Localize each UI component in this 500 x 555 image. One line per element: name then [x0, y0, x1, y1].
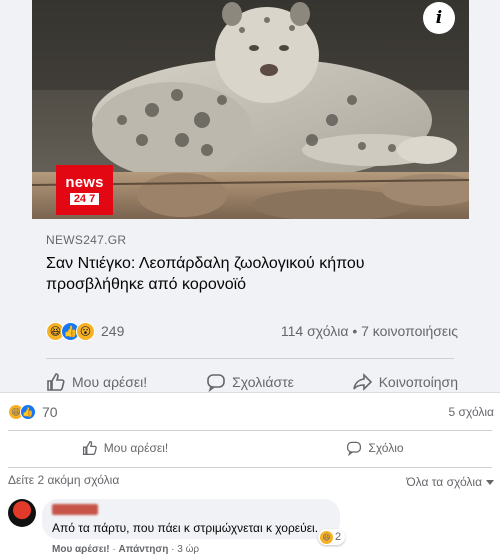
avatar[interactable]	[8, 499, 36, 527]
leopard-photo: i news 24 7	[32, 0, 469, 219]
comment-label: Σχόλιο	[368, 441, 404, 455]
logo-text-news: news	[65, 174, 104, 191]
like-icon: 👍	[20, 404, 36, 420]
share-button[interactable]: Κοινοποίηση	[352, 370, 458, 392]
commenter-name-redacted[interactable]	[52, 504, 98, 515]
share-label: Κοινοποίηση	[378, 374, 458, 390]
link-source: NEWS247.GR	[46, 233, 127, 247]
wow-emoji-icon: 😮	[76, 321, 95, 341]
shared-post-actions: Μου αρέσει! Σχολιάστε Κοινοποίηση	[46, 370, 458, 392]
comment-label: Σχολιάστε	[232, 374, 294, 390]
comment-like-link[interactable]: Μου αρέσει!	[52, 544, 110, 555]
divider	[46, 358, 454, 359]
post-actions: Μου αρέσει! Σχόλιο	[0, 433, 500, 463]
comment-time[interactable]: 3 ώρ	[177, 544, 199, 555]
comment-reply-link[interactable]: Απάντηση	[118, 544, 168, 555]
reaction-summary[interactable]: 😆 👍 😮 249	[46, 321, 125, 341]
comments-shares-count[interactable]: 114 σχόλια • 7 κοινοποιήσεις	[281, 323, 458, 339]
logo-text-247: 24 7	[69, 193, 100, 205]
comment-reactions[interactable]: 😆 2	[318, 529, 346, 545]
post-comments-count[interactable]: 5 σχόλια	[449, 405, 494, 419]
news247-logo: news 24 7	[56, 165, 113, 215]
link-meta: NEWS247.GR Σαν Ντιέγκο: Λεοπάρδαλη ζωολο…	[32, 219, 469, 305]
comment-button[interactable]: Σχολιάστε	[206, 370, 294, 392]
comments-header: Δείτε 2 ακόμη σχόλια Όλα τα σχόλια	[8, 473, 494, 491]
comment-bubble: Από τα πάρτυ, που πάει κ στριμώχνεται κ …	[42, 499, 340, 539]
view-more-comments-link[interactable]: Δείτε 2 ακόμη σχόλια	[8, 473, 119, 491]
comment-icon	[207, 374, 225, 392]
divider	[8, 430, 492, 431]
thumbs-up-icon	[82, 440, 97, 456]
post-reaction-count: 70	[42, 404, 58, 420]
comment-sort-label: Όλα τα σχόλια	[406, 475, 482, 489]
comment-text: Από τα πάρτυ, που πάει κ στριμώχνεται κ …	[52, 521, 319, 535]
logo-text-7: 7	[89, 193, 96, 205]
like-label: Μου αρέσει!	[103, 441, 169, 455]
link-preview-card[interactable]: i news 24 7 NEWS247.GR Σαν Ντιέγκο: Λεοπ…	[32, 0, 469, 305]
separator: ·	[112, 544, 116, 555]
comment-icon	[347, 441, 362, 456]
comment-sort-dropdown[interactable]: Όλα τα σχόλια	[406, 473, 494, 491]
share-icon	[352, 373, 372, 391]
post-reaction-summary[interactable]: 😆 👍 70	[8, 404, 58, 420]
comment-button[interactable]: Σχόλιο	[250, 433, 500, 463]
post-stats: 😆 👍 70 5 σχόλια	[8, 402, 494, 422]
comment-reaction-count: 2	[335, 531, 342, 543]
thumbs-up-icon	[47, 373, 65, 391]
shared-post-screenshot: i news 24 7 NEWS247.GR Σαν Ντιέγκο: Λεοπ…	[0, 0, 500, 392]
like-button[interactable]: Μου αρέσει!	[0, 433, 250, 463]
post-footer: 😆 👍 70 5 σχόλια Μου αρέσει! Σχόλιο Δείτε…	[0, 392, 500, 555]
like-button[interactable]: Μου αρέσει!	[46, 370, 147, 392]
divider	[8, 467, 492, 468]
logo-text-24: 24	[73, 193, 87, 205]
separator: ·	[171, 544, 175, 555]
shared-post-stats: 😆 👍 😮 249 114 σχόλια • 7 κοινοποιήσεις	[46, 318, 458, 344]
reaction-count: 249	[101, 323, 125, 339]
like-label: Μου αρέσει!	[72, 374, 148, 390]
haha-emoji-icon: 😆	[320, 530, 333, 544]
link-title[interactable]: Σαν Ντιέγκο: Λεοπάρδαλη ζωολογικού κήπου…	[46, 253, 457, 295]
comment-actions: Μου αρέσει! · Απάντηση · 3 ώρ	[52, 544, 199, 555]
chevron-down-icon	[486, 479, 494, 485]
info-icon[interactable]: i	[423, 2, 455, 34]
